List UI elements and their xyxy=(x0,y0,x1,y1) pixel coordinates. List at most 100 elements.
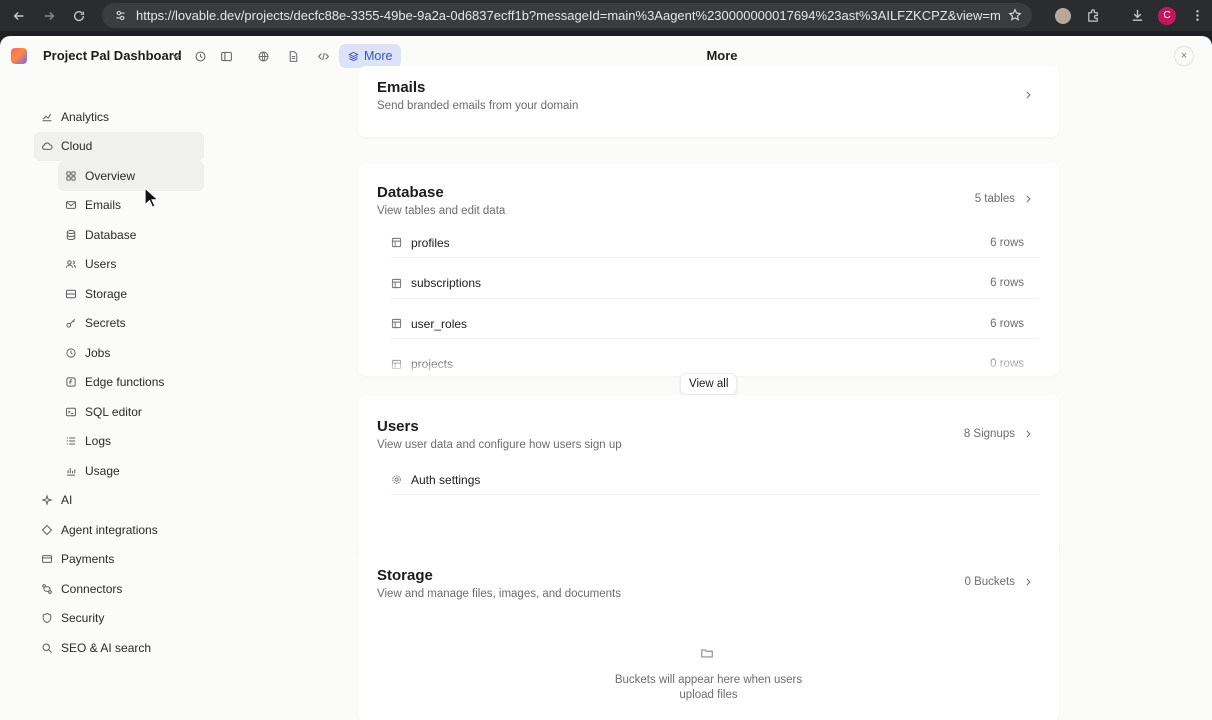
function-icon xyxy=(65,376,77,388)
ai-icon xyxy=(41,494,53,507)
database-meta[interactable]: 5 tables xyxy=(975,193,1033,205)
sidebar-item-edge-functions[interactable]: Edge functions xyxy=(34,368,204,398)
sidebar-item-connectors[interactable]: Connectors xyxy=(34,574,204,604)
sidebar-item-label: Edge functions xyxy=(85,375,165,390)
database-card[interactable]: Database View tables and edit data 5 tab… xyxy=(358,163,1059,376)
sidebar-item-overview[interactable]: Overview xyxy=(58,161,204,191)
auth-settings-row[interactable]: Auth settings xyxy=(391,465,1039,495)
terminal-icon xyxy=(65,406,77,418)
chevron-right-icon xyxy=(1023,429,1033,439)
connectors-icon xyxy=(41,583,53,595)
settings-gear-icon xyxy=(391,474,402,485)
storage-empty-line-2: upload files xyxy=(679,689,738,701)
url-text[interactable]: https://lovable.dev/projects/decfc88e-33… xyxy=(132,8,1000,23)
table-icon xyxy=(391,278,402,289)
mail-icon xyxy=(65,199,77,211)
browser-toolbar: https://lovable.dev/projects/decfc88e-33… xyxy=(0,0,1212,31)
back-icon[interactable] xyxy=(4,0,34,31)
table-row[interactable]: user_roles 6 rows xyxy=(391,309,1039,339)
sidebar-item-cloud[interactable]: Cloud xyxy=(34,131,204,161)
storage-card[interactable]: Storage View and manage files, images, a… xyxy=(358,542,1059,720)
signup-count: 8 Signups xyxy=(963,428,1015,440)
sidebar-item-label: Jobs xyxy=(85,345,111,360)
database-title: Database xyxy=(377,184,444,201)
auth-settings-label: Auth settings xyxy=(411,472,481,487)
kebab-menu-icon[interactable] xyxy=(1182,0,1212,31)
extension-avatar-icon[interactable] xyxy=(1048,0,1078,31)
view-all-button[interactable]: View all xyxy=(680,373,738,395)
chevron-right-icon xyxy=(1023,90,1033,100)
table-count: 5 tables xyxy=(974,193,1015,205)
diamond-icon xyxy=(41,524,53,536)
profile-initial: C xyxy=(1158,6,1176,25)
address-bar[interactable]: https://lovable.dev/projects/decfc88e-33… xyxy=(102,3,1032,28)
sidebar-item-jobs[interactable]: Jobs xyxy=(34,338,204,368)
sidebar-item-agent-integrations[interactable]: Agent integrations xyxy=(34,515,204,545)
users-card[interactable]: Users View user data and configure how u… xyxy=(358,395,1059,558)
sidebar-item-users[interactable]: Users xyxy=(34,250,204,280)
sidebar-item-storage[interactable]: Storage xyxy=(34,279,204,309)
clock-icon xyxy=(65,347,77,359)
chart-line-icon xyxy=(41,111,53,123)
extensions-puzzle-icon[interactable] xyxy=(1078,0,1108,31)
mouse-cursor-icon xyxy=(144,187,158,209)
emails-title: Emails xyxy=(377,79,426,96)
emails-meta[interactable] xyxy=(1023,90,1033,100)
sidebar-item-label: SQL editor xyxy=(85,404,142,419)
sidebar-item-secrets[interactable]: Secrets xyxy=(34,309,204,339)
table-icon xyxy=(391,237,402,248)
storage-icon xyxy=(65,288,77,300)
sidebar-item-label: Cloud xyxy=(61,139,93,154)
sidebar-item-sql-editor[interactable]: SQL editor xyxy=(34,397,204,427)
sidebar-item-ai[interactable]: AI xyxy=(34,486,204,516)
sidebar-item-label: Logs xyxy=(85,434,112,449)
bookmark-star-icon[interactable] xyxy=(1008,8,1022,22)
users-title: Users xyxy=(377,418,419,435)
table-name: profiles xyxy=(411,235,450,250)
app-window: Project Pal Dashboard More More × Analyt… xyxy=(0,36,1212,720)
sidebar-item-label: SEO & AI search xyxy=(61,640,152,655)
panel-title: More xyxy=(706,48,738,63)
sidebar-item-label: Database xyxy=(85,227,137,242)
sidebar-item-label: Users xyxy=(85,257,117,272)
table-row[interactable]: subscriptions 6 rows xyxy=(391,269,1039,299)
sidebar-item-label: Payments xyxy=(61,552,115,567)
sidebar-item-analytics[interactable]: Analytics xyxy=(34,102,204,132)
search-icon xyxy=(41,642,53,654)
database-icon xyxy=(65,229,77,241)
close-panel-button[interactable]: × xyxy=(1174,46,1194,66)
storage-meta[interactable]: 0 Buckets xyxy=(965,576,1034,588)
cloud-sidebar: Analytics Cloud Overview Emails Database User… xyxy=(34,102,204,663)
sidebar-item-security[interactable]: Security xyxy=(34,604,204,634)
table-row[interactable]: profiles 6 rows xyxy=(391,228,1039,258)
sidebar-item-label: Agent integrations xyxy=(61,522,158,537)
table-name: subscriptions xyxy=(411,276,482,290)
sidebar-item-label: Analytics xyxy=(61,109,110,124)
table-row-count: 6 rows xyxy=(990,236,1024,249)
profile-avatar[interactable]: C xyxy=(1152,0,1182,31)
credit-card-icon xyxy=(41,553,53,565)
emails-card[interactable]: Emails Send branded emails from your dom… xyxy=(358,66,1059,137)
sidebar-item-seo-ai-search[interactable]: SEO & AI search xyxy=(34,633,204,663)
users-icon xyxy=(65,258,77,270)
forward-icon[interactable] xyxy=(34,0,64,31)
chevron-right-icon xyxy=(1023,194,1033,204)
users-meta[interactable]: 8 Signups xyxy=(964,428,1033,440)
database-subtitle: View tables and edit data xyxy=(377,205,506,217)
sidebar-item-payments[interactable]: Payments xyxy=(34,545,204,575)
shield-icon xyxy=(41,612,53,624)
reload-icon[interactable] xyxy=(64,0,94,31)
sidebar-item-database[interactable]: Database xyxy=(34,220,204,250)
sidebar-item-emails[interactable]: Emails xyxy=(34,191,204,221)
site-settings-icon[interactable] xyxy=(108,4,132,28)
sidebar-item-usage[interactable]: Usage xyxy=(34,456,204,486)
cloud-icon xyxy=(41,140,53,152)
list-icon xyxy=(65,435,77,447)
table-row-count: 6 rows xyxy=(990,277,1024,289)
sidebar-item-logs[interactable]: Logs xyxy=(34,427,204,457)
download-icon[interactable] xyxy=(1122,0,1152,31)
key-icon xyxy=(65,317,77,329)
storage-empty-line-1: Buckets will appear here when users xyxy=(614,674,803,686)
sidebar-item-label: AI xyxy=(61,493,73,508)
bar-chart-icon xyxy=(65,465,77,477)
